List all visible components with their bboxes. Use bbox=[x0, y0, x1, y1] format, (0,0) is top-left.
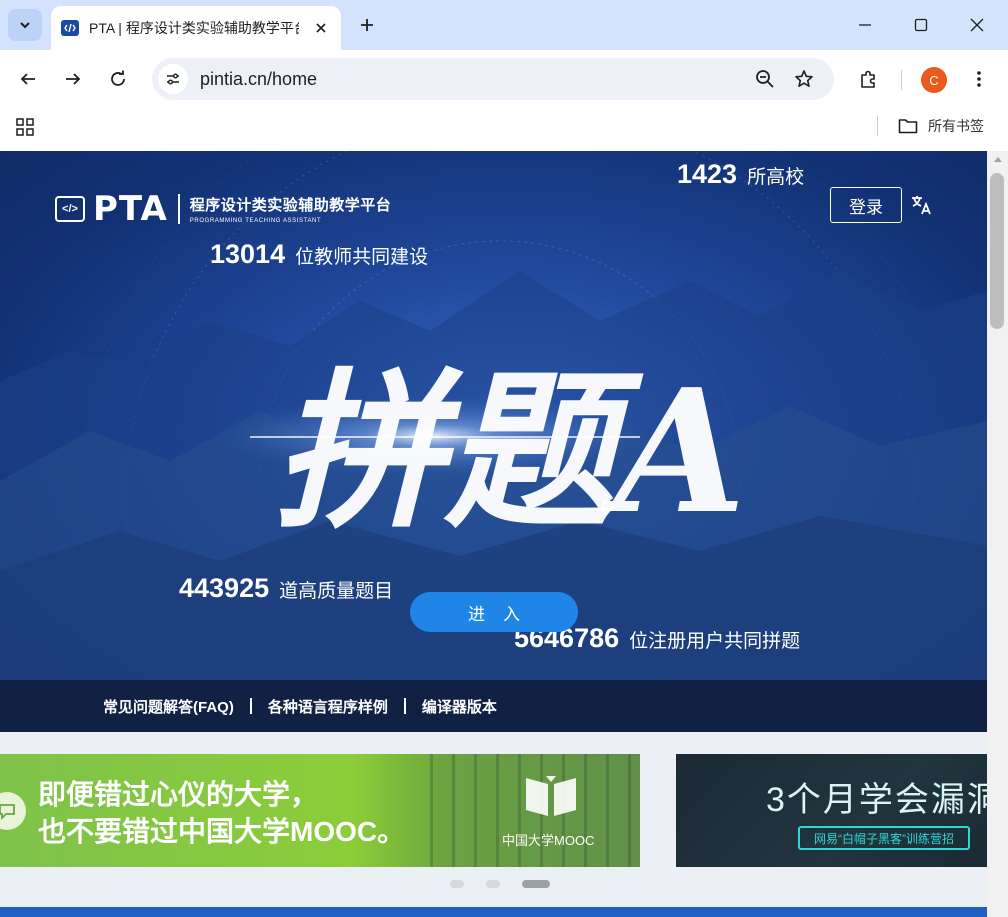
login-button[interactable]: 登录 bbox=[830, 187, 902, 223]
scrollbar-thumb[interactable] bbox=[990, 173, 1004, 329]
stat-users-label: 位注册用户共同拼题 bbox=[629, 631, 801, 652]
mooc-book-icon bbox=[526, 776, 576, 816]
tab-title: PTA | 程序设计类实验辅助教学平台 bbox=[89, 20, 299, 36]
stat-schools-label: 所高校 bbox=[747, 167, 805, 188]
arrow-right-icon bbox=[66, 73, 81, 85]
folder-icon bbox=[898, 119, 918, 134]
security-camp-headline: 3个月学会漏洞 bbox=[766, 781, 987, 819]
minimize-button[interactable] bbox=[850, 10, 880, 40]
chevron-down-icon bbox=[20, 22, 30, 29]
security-camp-tag: 网易“白帽子黑客”训练营招 bbox=[798, 826, 970, 850]
stat-teachers-number: 13014 bbox=[210, 239, 286, 269]
back-button[interactable] bbox=[12, 63, 44, 95]
reload-button[interactable] bbox=[102, 63, 134, 95]
bookmark-star-button[interactable] bbox=[789, 64, 819, 94]
stat-problems-label: 道高质量题目 bbox=[279, 581, 394, 602]
maximize-button[interactable] bbox=[906, 10, 936, 40]
language-samples-link[interactable]: 各种语言程序样例 bbox=[268, 696, 388, 717]
hero-footer-links: 常见问题解答(FAQ) 各种语言程序样例 编译器版本 bbox=[0, 680, 987, 732]
logo-wordmark: PTA bbox=[93, 189, 168, 229]
translate-icon[interactable] bbox=[910, 193, 934, 217]
url-text[interactable]: pintia.cn/home bbox=[200, 69, 317, 90]
stat-teachers: 13014 位教师共同建设 bbox=[210, 239, 428, 270]
profile-avatar[interactable]: C bbox=[921, 67, 947, 93]
page-scrollbar[interactable] bbox=[987, 151, 1008, 917]
maximize-icon bbox=[914, 18, 928, 32]
zoom-button[interactable] bbox=[750, 64, 780, 94]
zoom-out-icon bbox=[756, 70, 774, 88]
carousel-dot[interactable] bbox=[450, 880, 464, 888]
pta-logo[interactable]: </> PTA 程序设计类实验辅助教学平台 PROGRAMMING TEACHI… bbox=[55, 189, 391, 229]
mooc-slogan-line1: 即便错过心仪的大学， bbox=[38, 779, 319, 810]
browser-toolbar: pintia.cn/home C bbox=[0, 50, 1008, 108]
all-bookmarks-folder[interactable]: 所有书签 bbox=[898, 116, 984, 136]
forward-button[interactable] bbox=[57, 63, 89, 95]
hero-title: 拼题A bbox=[274, 352, 746, 552]
reload-icon bbox=[111, 70, 125, 86]
close-tab-icon[interactable] bbox=[311, 18, 331, 38]
security-camp-banner[interactable]: 3个月学会漏洞 网易“白帽子黑客”训练营招 bbox=[676, 754, 987, 867]
carousel-indicators bbox=[450, 880, 550, 888]
tab-search-button[interactable] bbox=[8, 9, 42, 41]
stat-teachers-label: 位教师共同建设 bbox=[295, 247, 429, 268]
toolbar-divider bbox=[901, 70, 902, 90]
pta-favicon-icon bbox=[61, 20, 79, 36]
bookmarks-bar: 所有书签 bbox=[0, 108, 1008, 151]
minimize-icon bbox=[859, 24, 871, 26]
star-icon bbox=[795, 70, 813, 87]
stat-problems: 443925 道高质量题目 bbox=[179, 573, 393, 604]
site-info-button[interactable] bbox=[158, 64, 188, 94]
stat-schools-number: 1423 bbox=[677, 159, 738, 189]
bookmarks-folder-label: 所有书签 bbox=[928, 118, 984, 134]
browser-menu-button[interactable] bbox=[963, 63, 995, 95]
tune-icon bbox=[167, 73, 179, 85]
hero-title-text: 拼题A bbox=[274, 352, 746, 552]
page-viewport: </> PTA 程序设计类实验辅助教学平台 PROGRAMMING TEACHI… bbox=[0, 151, 987, 917]
carousel-dot[interactable] bbox=[486, 880, 500, 888]
logo-separator bbox=[177, 194, 180, 224]
mooc-logo-label: 中国大学MOOC bbox=[502, 833, 595, 848]
close-icon bbox=[970, 18, 984, 32]
code-logo-icon: </> bbox=[55, 196, 85, 222]
new-tab-button[interactable] bbox=[354, 12, 380, 38]
plus-icon bbox=[361, 19, 373, 31]
mooc-slogan: 即便错过心仪的大学， 也不要错过中国大学MOOC。 bbox=[38, 776, 405, 850]
mooc-slogan-line2: 也不要错过中国大学MOOC。 bbox=[38, 816, 406, 847]
carousel-dot-active[interactable] bbox=[522, 880, 550, 888]
close-window-button[interactable] bbox=[962, 10, 992, 40]
arrow-left-icon bbox=[20, 73, 35, 85]
bookmarks-divider bbox=[877, 116, 878, 136]
stat-schools: 1423 所高校 bbox=[677, 159, 804, 190]
hero-section: </> PTA 程序设计类实验辅助教学平台 PROGRAMMING TEACHI… bbox=[0, 151, 987, 732]
logo-subtitle: 程序设计类实验辅助教学平台 PROGRAMMING TEACHING ASSIS… bbox=[190, 194, 392, 224]
chat-bubble-icon bbox=[0, 792, 26, 830]
address-bar[interactable]: pintia.cn/home bbox=[152, 58, 834, 100]
active-tab[interactable]: PTA | 程序设计类实验辅助教学平台 bbox=[51, 6, 341, 50]
enter-button[interactable]: 进入 bbox=[410, 592, 578, 632]
apps-grid-icon[interactable] bbox=[15, 117, 37, 139]
logo-subtitle-cn: 程序设计类实验辅助教学平台 bbox=[189, 197, 392, 214]
puzzle-icon bbox=[861, 70, 875, 88]
extensions-button[interactable] bbox=[852, 63, 884, 95]
link-separator bbox=[403, 698, 406, 714]
bottom-accent-bar bbox=[0, 907, 987, 917]
more-vertical-icon bbox=[977, 71, 981, 87]
scroll-up-arrow-icon[interactable] bbox=[987, 155, 1008, 167]
mooc-banner[interactable]: 即便错过心仪的大学， 也不要错过中国大学MOOC。 中国大学MOOC bbox=[0, 754, 640, 867]
tab-strip: PTA | 程序设计类实验辅助教学平台 bbox=[0, 0, 1008, 50]
compiler-versions-link[interactable]: 编译器版本 bbox=[422, 696, 497, 717]
faq-link[interactable]: 常见问题解答(FAQ) bbox=[103, 696, 234, 717]
logo-subtitle-en: PROGRAMMING TEACHING ASSISTANT bbox=[189, 218, 322, 224]
link-separator bbox=[249, 698, 252, 714]
stat-problems-number: 443925 bbox=[179, 573, 270, 603]
